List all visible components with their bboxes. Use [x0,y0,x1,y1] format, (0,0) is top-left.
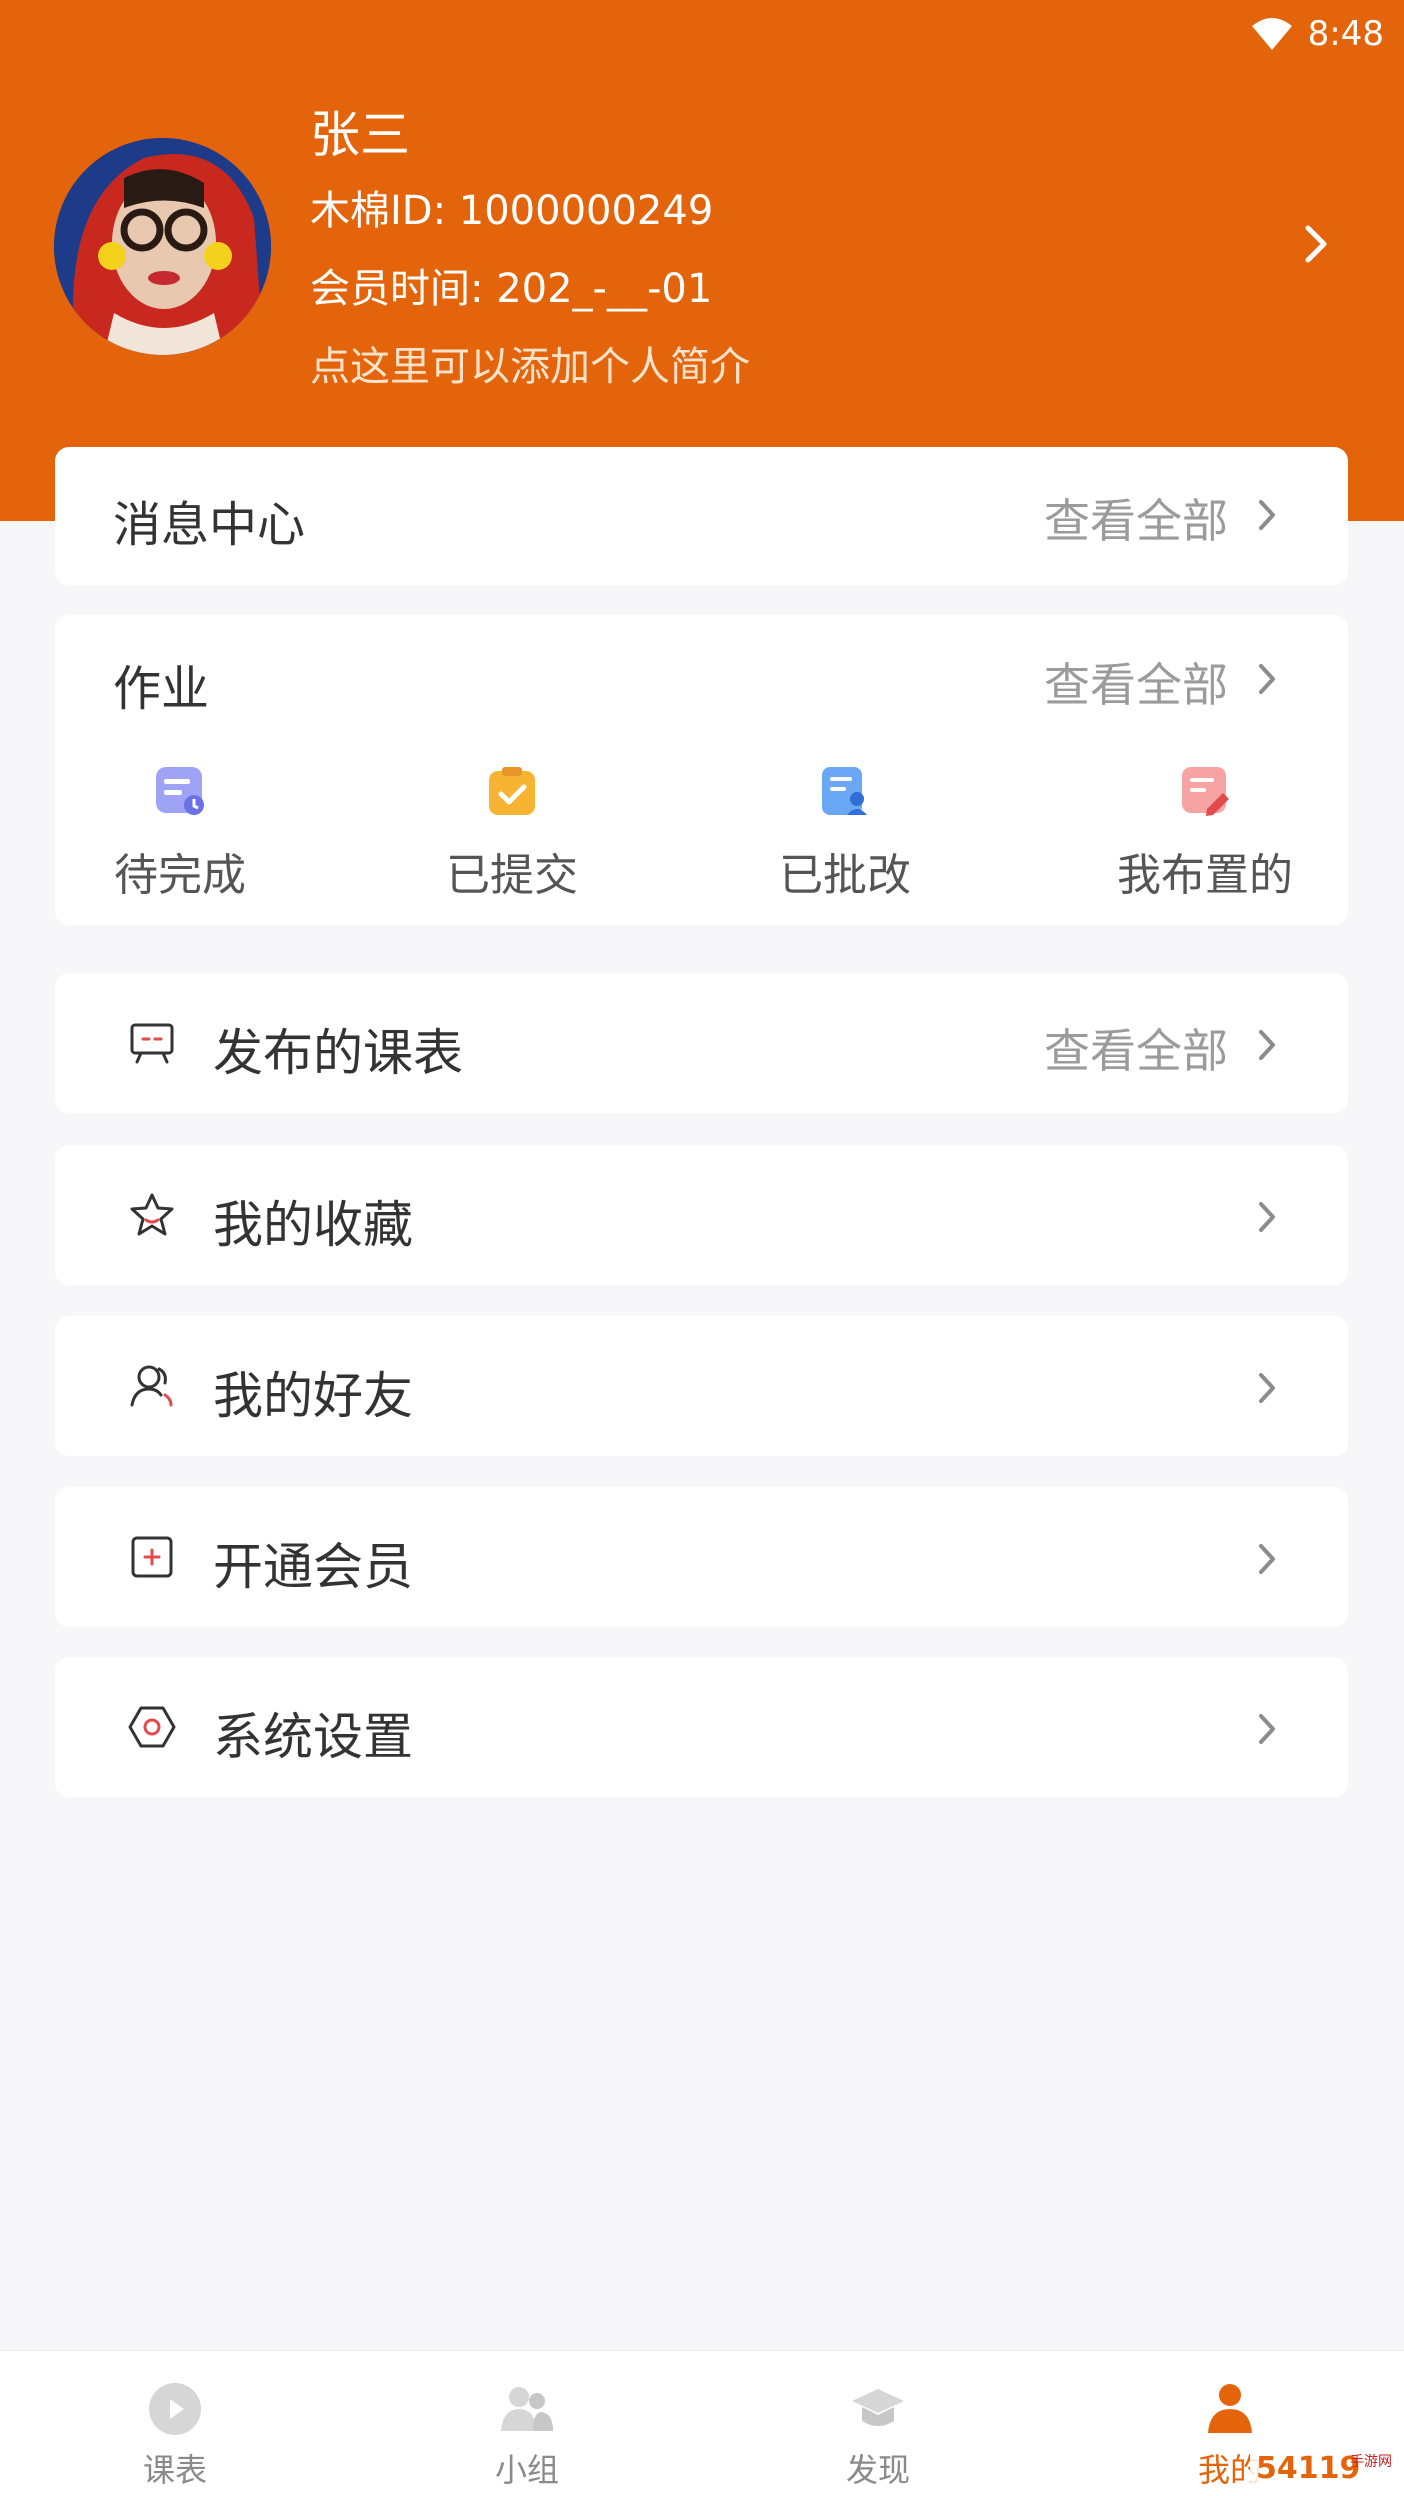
settings-row[interactable]: 系统设置 [55,1657,1348,1797]
avatar-image [54,138,271,355]
published-schedule-view-all[interactable]: 查看全部 [1044,1015,1228,1081]
favorites-row[interactable]: 我的收藏 [55,1145,1348,1285]
membership-row[interactable]: 开通会员 [55,1487,1348,1627]
chevron-right-icon [1259,664,1275,694]
published-schedule-label: 发布的课表 [213,1024,463,1082]
homework-title: 作业 [113,661,210,717]
homework-assigned-label: 我布置的 [1117,850,1293,901]
chevron-right-icon [1259,1714,1275,1744]
chevron-right-icon [1259,1544,1275,1574]
friends-label: 我的好友 [213,1367,413,1425]
profile-info[interactable]: 张三 木棉ID: 1000000249 会员时间: 202_-__-01 点这里… [310,100,750,406]
user-name: 张三 [310,106,410,164]
tab-group[interactable]: 小组 [427,2351,627,2496]
published-schedule-row[interactable]: 发布的课表 查看全部 [55,973,1348,1113]
schedule-board-icon [130,1023,174,1064]
play-circle-icon [149,2383,201,2435]
settings-label: 系统设置 [213,1708,413,1766]
tab-schedule-label: 课表 [142,2451,207,2489]
submitted-homework-icon [489,767,535,815]
homework-assigned[interactable]: 我布置的 [1090,763,1320,903]
homework-pending[interactable]: 待完成 [80,763,280,903]
plus-square-icon [131,1536,173,1578]
message-center-card[interactable]: 消息中心 查看全部 [55,447,1348,585]
tab-schedule[interactable]: 课表 [75,2351,275,2496]
homework-card: 作业 查看全部 待完成 已提交 已批改 我布置的 [55,615,1348,925]
pending-homework-icon [156,767,204,815]
settings-hexagon-icon [128,1706,176,1748]
homework-view-all[interactable]: 查看全部 [1044,649,1228,715]
friends-row[interactable]: 我的好友 [55,1316,1348,1456]
tab-discover-label: 发现 [845,2451,910,2489]
site-watermark-logo: 54119 手游网 [1250,2442,1400,2490]
membership-label: 开通会员 [213,1538,413,1596]
person-icon [1208,2384,1252,2433]
message-center-title: 消息中心 [113,497,306,553]
graded-homework-icon [822,767,867,815]
bottom-tab-bar: 课表 小组 发现 我的 [0,2350,1404,2496]
svg-text:手游网: 手游网 [1350,2454,1392,2470]
homework-pending-label: 待完成 [114,850,246,901]
favorites-label: 我的收藏 [213,1196,413,1254]
tab-discover[interactable]: 发现 [778,2351,978,2496]
profile-chevron-right-icon[interactable] [1300,222,1332,266]
membership-time: 会员时间: 202_-__-01 [310,266,713,312]
wifi-icon [1251,18,1292,50]
status-time: 8:48 [1307,14,1384,54]
homework-graded-label: 已批改 [779,850,911,901]
homework-submitted-label: 已提交 [446,850,578,901]
avatar[interactable] [54,138,271,355]
chevron-right-icon [1259,1373,1275,1403]
homework-submitted[interactable]: 已提交 [412,763,612,903]
svg-text:54119: 54119 [1256,2451,1360,2486]
friends-icon [130,1365,173,1407]
chevron-right-icon [1259,1202,1275,1232]
graduation-cap-icon [852,2389,904,2426]
tab-group-label: 小组 [494,2451,559,2489]
assigned-homework-icon [1182,767,1229,816]
status-bar: 8:48 [1250,10,1384,58]
user-id: 木棉ID: 1000000249 [310,188,714,234]
profile-intro-hint[interactable]: 点这里可以添加个人简介 [310,328,750,406]
chevron-right-icon [1259,500,1275,530]
chevron-right-icon [1259,1030,1275,1060]
homework-graded[interactable]: 已批改 [745,763,945,903]
group-icon [501,2387,553,2431]
star-icon [130,1193,174,1236]
message-center-view-all[interactable]: 查看全部 [1044,485,1228,551]
